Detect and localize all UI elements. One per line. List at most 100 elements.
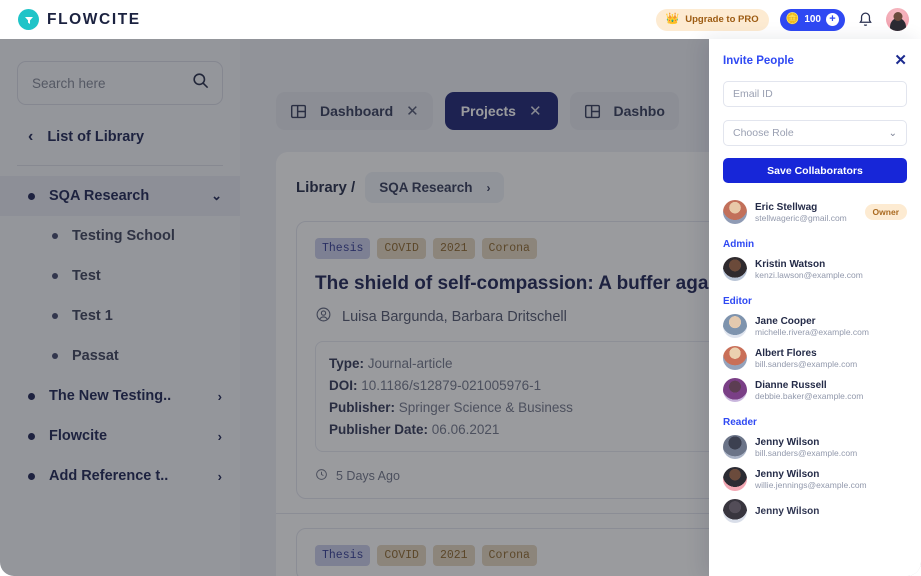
search-icon[interactable] — [191, 71, 210, 95]
bullet-icon — [52, 273, 58, 279]
sidebar-item-passat[interactable]: Passat — [0, 336, 240, 376]
collaborator-name: Jane Cooper — [755, 315, 816, 327]
sidebar-item-label: Add Reference t.. — [49, 468, 169, 484]
reference-time: 5 Days Ago — [336, 469, 400, 484]
collaborator-row[interactable]: Jenny Wilson bill.sanders@example.com — [723, 431, 907, 463]
tag-corona[interactable]: Corona — [481, 238, 537, 259]
collaborator-name: Jenny Wilson — [755, 436, 820, 448]
save-collaborators-button[interactable]: Save Collaborators — [723, 158, 907, 183]
status-badge: Owner — [864, 204, 907, 220]
tag-corona[interactable]: Corona — [481, 545, 537, 567]
tag-thesis[interactable]: Thesis — [315, 545, 371, 567]
collaborator-row[interactable]: Jenny Wilson — [723, 495, 907, 527]
collaborator-name: Kristin Watson — [755, 258, 826, 270]
chevron-right-icon[interactable]: › — [218, 389, 222, 404]
collaborator-row[interactable]: Dianne Russell debbie.baker@example.com — [723, 374, 907, 406]
tag-thesis[interactable]: Thesis — [315, 238, 371, 259]
meta-key: Publisher Date: — [329, 421, 429, 437]
sidebar-item-sqa-research[interactable]: SQA Research ⌄ — [0, 176, 240, 216]
email-input[interactable] — [733, 88, 897, 100]
chevron-left-icon: ‹ — [28, 128, 34, 145]
brand[interactable]: FLOWCITE — [12, 9, 141, 30]
chevron-down-icon[interactable]: ⌄ — [889, 128, 897, 139]
upgrade-to-pro-button[interactable]: 👑 Upgrade to PRO — [655, 8, 769, 31]
tab-dashboard[interactable]: Dashboard ✕ — [276, 92, 433, 130]
collaborator-row[interactable]: Jenny Wilson willie.jennings@example.com — [723, 463, 907, 495]
bullet-icon — [52, 233, 58, 239]
add-coins-icon[interactable]: + — [826, 13, 839, 26]
notification-bell-icon[interactable] — [856, 10, 875, 29]
tab-dashboard-2[interactable]: Dashbo — [569, 92, 679, 130]
panel-layout-icon — [584, 103, 601, 120]
upgrade-label: Upgrade to PRO — [685, 14, 759, 25]
search-input[interactable] — [32, 75, 172, 91]
chevron-right-icon[interactable]: › — [218, 429, 222, 444]
sidebar-item-test[interactable]: Test — [0, 256, 240, 296]
coins-balance-button[interactable]: 🪙 100 + — [779, 8, 845, 31]
user-avatar[interactable] — [886, 8, 909, 31]
collaborator-email: willie.jennings@example.com — [755, 479, 867, 490]
sidebar-item-the-new-testing[interactable]: The New Testing.. › — [0, 376, 240, 416]
chevron-down-icon[interactable]: ⌄ — [211, 188, 222, 204]
sidebar-item-test-1[interactable]: Test 1 — [0, 296, 240, 336]
role-select[interactable]: Choose Role ⌄ — [723, 120, 907, 146]
collaborator-info: Kristin Watson kenzi.lawson@example.com — [755, 259, 907, 280]
collaborator-info: Eric Stellwag stellwageric@gmail.com — [755, 202, 857, 223]
coin-count: 100 — [804, 14, 821, 25]
back-to-library-button[interactable]: ‹ List of Library — [0, 105, 240, 146]
breadcrumb-current-label: SQA Research — [379, 180, 473, 195]
collaborator-name: Eric Stellwag — [755, 201, 818, 213]
collaborator-info: Jenny Wilson bill.sanders@example.com — [755, 437, 907, 458]
collaborator-email: bill.sanders@example.com — [755, 358, 858, 369]
sidebar-item-flowcite[interactable]: Flowcite › — [0, 416, 240, 456]
tab-label: Dashboard — [320, 103, 394, 119]
collaborator-name: Albert Flores — [755, 347, 817, 359]
invite-panel-header: Invite People ✕ — [723, 53, 907, 68]
sidebar-item-testing-school[interactable]: Testing School — [0, 216, 240, 256]
role-group-editor: Editor — [723, 296, 752, 307]
tag-covid[interactable]: COVID — [377, 545, 426, 567]
sidebar-item-label: Test 1 — [72, 308, 113, 324]
avatar — [723, 378, 747, 402]
tag-2021[interactable]: 2021 — [432, 238, 475, 259]
avatar — [723, 435, 747, 459]
tab-projects[interactable]: Projects ✕ — [444, 92, 558, 130]
meta-key: Publisher: — [329, 399, 396, 415]
invite-panel-body: Invite People ✕ Choose Role ⌄ Save Colla… — [709, 39, 921, 527]
close-icon[interactable]: ✕ — [529, 102, 542, 120]
tag-2021[interactable]: 2021 — [432, 545, 475, 567]
library-tree: SQA Research ⌄ Testing School Test Test … — [0, 166, 240, 496]
search-box[interactable] — [17, 61, 223, 105]
collaborator-row[interactable]: Kristin Watson kenzi.lawson@example.com — [723, 253, 907, 285]
collaborator-row[interactable]: Jane Cooper michelle.rivera@example.com — [723, 310, 907, 342]
sidebar: ‹ List of Library SQA Research ⌄ Testing… — [0, 39, 240, 576]
breadcrumb-root[interactable]: Library / — [296, 179, 355, 196]
sidebar-item-add-reference[interactable]: Add Reference t.. › — [0, 456, 240, 496]
tag-covid[interactable]: COVID — [377, 238, 426, 259]
close-icon[interactable]: ✕ — [406, 102, 419, 120]
email-field[interactable] — [723, 81, 907, 107]
collaborator-row-owner[interactable]: Eric Stellwag stellwageric@gmail.com Own… — [723, 196, 907, 228]
collaborator-email: kenzi.lawson@example.com — [755, 269, 863, 280]
header-actions: 👑 Upgrade to PRO 🪙 100 + — [655, 8, 909, 31]
app-window: FLOWCITE 👑 Upgrade to PRO 🪙 100 + Search… — [0, 0, 921, 576]
collaborator-info: Jane Cooper michelle.rivera@example.com — [755, 316, 907, 337]
brand-name: FLOWCITE — [47, 10, 141, 28]
avatar — [723, 499, 747, 523]
tab-label: Dashbo — [613, 103, 665, 119]
meta-value: Journal-article — [367, 356, 453, 371]
chevron-right-icon[interactable]: › — [218, 469, 222, 484]
avatar — [723, 200, 747, 224]
avatar — [723, 314, 747, 338]
meta-value: 10.1186/s12879-021005976-1 — [361, 377, 542, 393]
close-icon[interactable]: ✕ — [894, 53, 907, 68]
bullet-icon — [28, 432, 35, 440]
collaborators-list: Eric Stellwag stellwageric@gmail.com Own… — [723, 196, 907, 527]
collaborator-name: Dianne Russell — [755, 379, 827, 391]
breadcrumb-current[interactable]: SQA Research › — [365, 172, 505, 203]
chevron-right-icon: › — [486, 180, 491, 195]
flowcite-logo-icon — [18, 9, 39, 30]
collaborator-row[interactable]: Albert Flores bill.sanders@example.com — [723, 342, 907, 374]
user-circle-icon — [315, 306, 332, 327]
collaborator-info: Jenny Wilson — [755, 506, 907, 517]
